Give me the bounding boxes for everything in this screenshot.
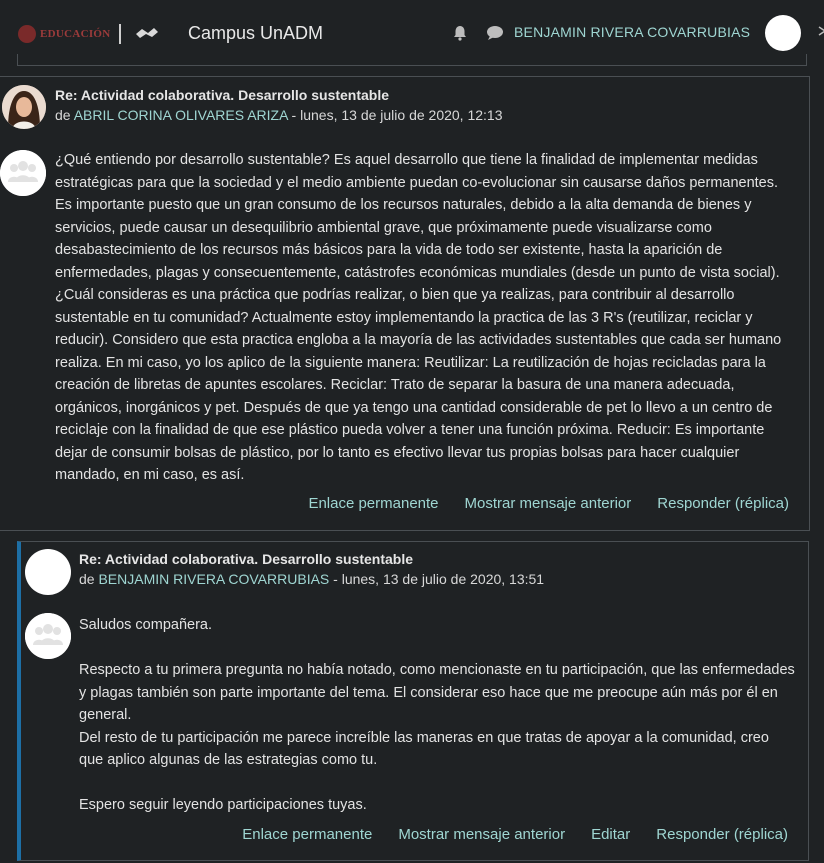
author-avatar[interactable] [2, 85, 46, 129]
forum-post: Re: Actividad colaborativa. Desarrollo s… [0, 76, 810, 531]
menu-arrow-icon[interactable] [818, 26, 824, 36]
logo-text: EDUCACIÓN [40, 28, 111, 40]
forum-post-reply: Re: Actividad colaborativa. Desarrollo s… [17, 541, 809, 861]
post-subject: Re: Actividad colaborativa. Desarrollo s… [55, 87, 390, 103]
logo-separator [119, 24, 121, 44]
group-avatar [0, 150, 46, 196]
permalink-link[interactable]: Enlace permanente [308, 495, 438, 512]
group-icon [0, 150, 46, 196]
author-link[interactable]: BENJAMIN RIVERA COVARRUBIAS [98, 571, 329, 587]
post-byline: de ABRIL CORINA OLIVARES ARIZA - lunes, … [55, 107, 503, 123]
post-body: Saludos compañera. Respecto a tu primera… [79, 617, 795, 813]
emblem-icon [18, 25, 36, 43]
reply-link[interactable]: Responder (réplica) [657, 495, 789, 512]
author-photo-icon [2, 85, 46, 129]
show-parent-link[interactable]: Mostrar mensaje anterior [465, 495, 632, 512]
gob-logo[interactable]: EDUCACIÓN [18, 22, 112, 46]
post-byline: de BENJAMIN RIVERA COVARRUBIAS - lunes, … [79, 571, 545, 587]
author-avatar[interactable] [25, 549, 71, 595]
post-body: ¿Qué entiendo por desarrollo sustentable… [55, 152, 782, 483]
permalink-link[interactable]: Enlace permanente [242, 826, 372, 843]
unadm-logo-icon [136, 28, 158, 38]
author-link[interactable]: ABRIL CORINA OLIVARES ARIZA [74, 107, 288, 123]
chat-icon[interactable] [486, 25, 504, 41]
post-subject: Re: Actividad colaborativa. Desarrollo s… [79, 551, 414, 567]
user-avatar[interactable] [765, 15, 801, 51]
group-avatar [25, 613, 71, 659]
reply-link[interactable]: Responder (réplica) [656, 826, 788, 843]
previous-post-edge [17, 54, 807, 66]
user-menu-name[interactable]: BENJAMIN RIVERA COVARRUBIAS [514, 24, 750, 40]
post-actions: Enlace permanente Mostrar mensaje anteri… [242, 826, 788, 843]
edit-link[interactable]: Editar [591, 826, 630, 843]
bell-icon[interactable] [451, 24, 469, 42]
show-parent-link[interactable]: Mostrar mensaje anterior [398, 826, 565, 843]
post-actions: Enlace permanente Mostrar mensaje anteri… [308, 495, 789, 512]
site-title[interactable]: Campus UnADM [188, 23, 323, 44]
group-icon [25, 613, 71, 659]
